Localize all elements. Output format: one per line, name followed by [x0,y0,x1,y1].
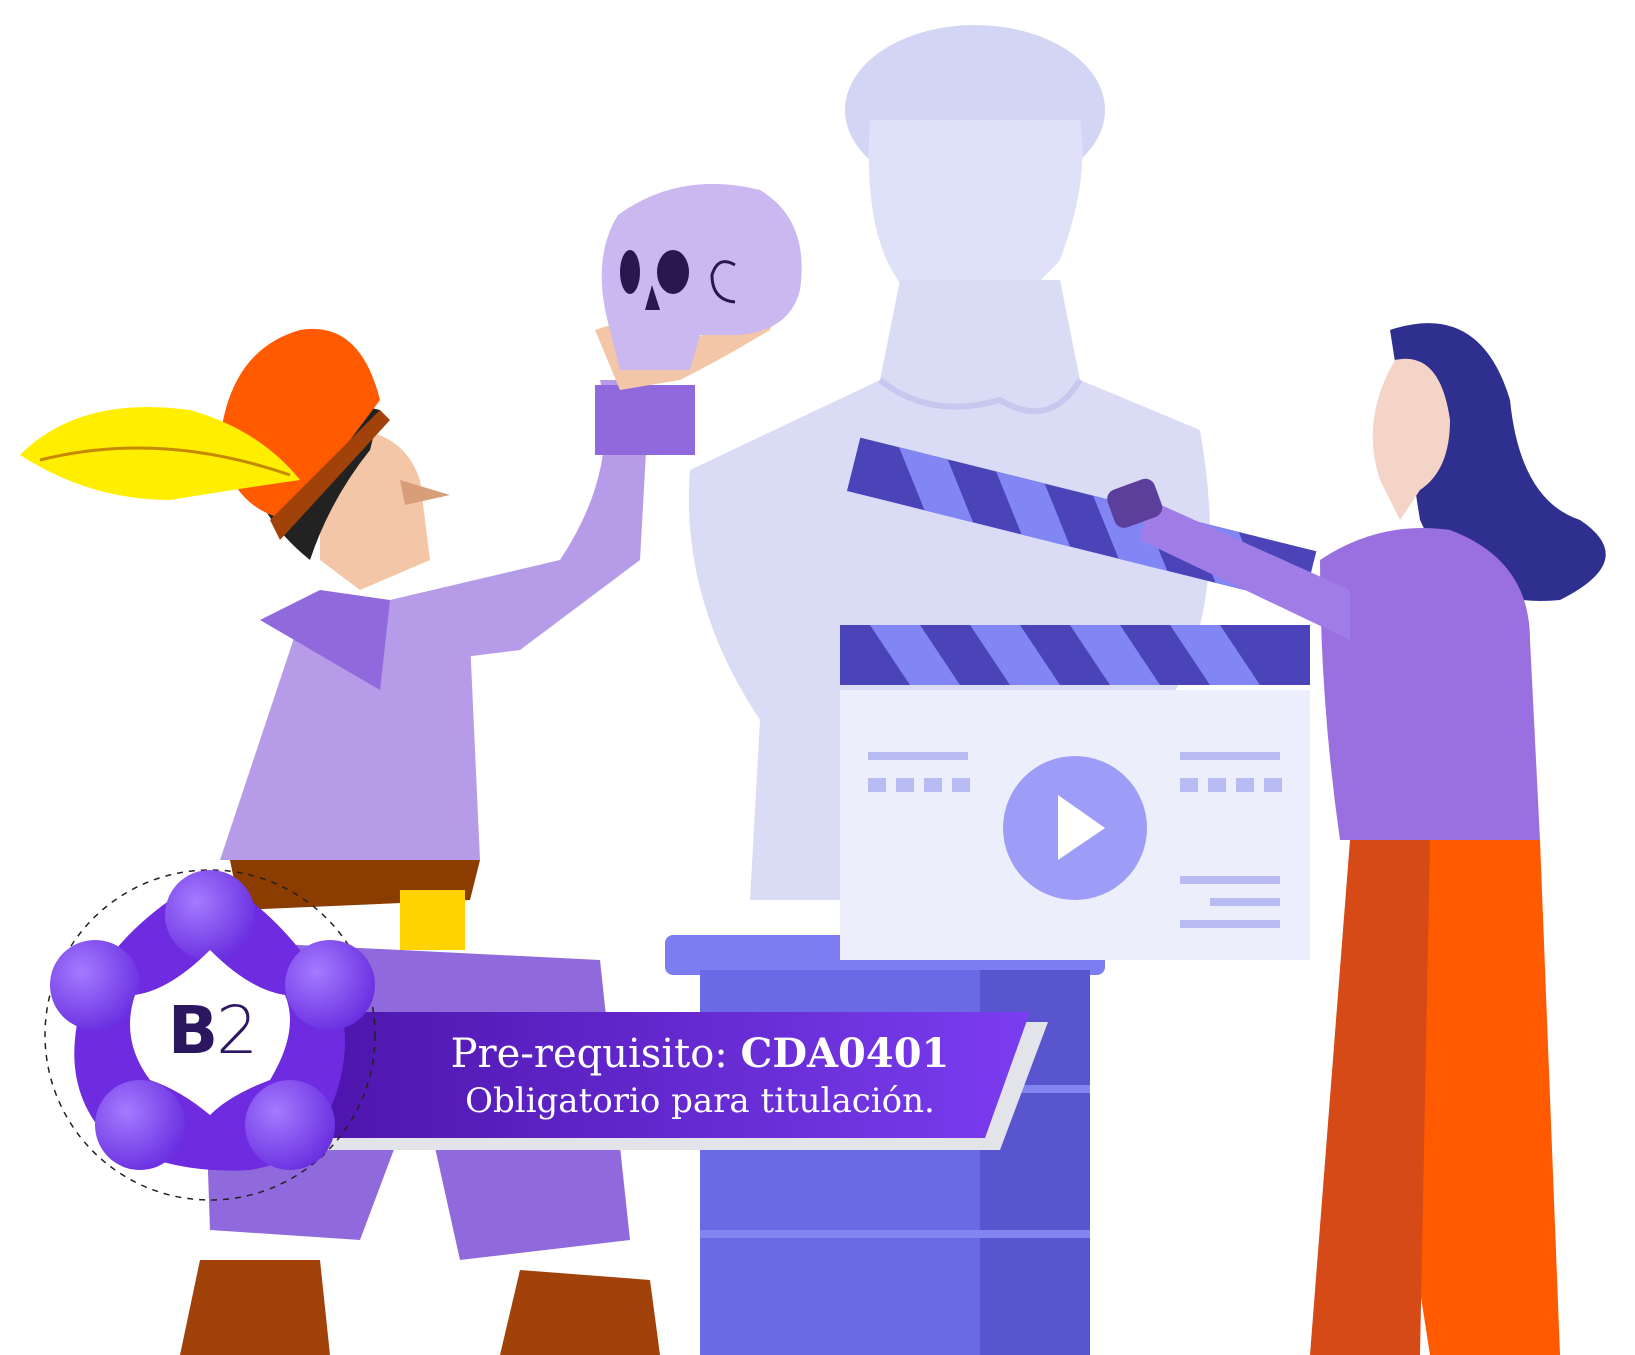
illustration-scene [20,25,1606,1355]
level-number: 2 [216,992,258,1069]
banner-text: Pre-requisito: CDA0401 Obligatorio para … [390,1030,1010,1124]
requirement-text: Obligatorio para titulación. [465,1081,935,1121]
level-letter: B [167,992,218,1069]
level-label: B2 [122,992,302,1069]
prerequisite-line: Pre-requisito: CDA0401 [390,1030,1010,1078]
prerequisite-label: Pre-requisito: [450,1031,728,1077]
prerequisite-code: CDA0401 [740,1030,950,1077]
play-icon[interactable] [1003,756,1147,900]
